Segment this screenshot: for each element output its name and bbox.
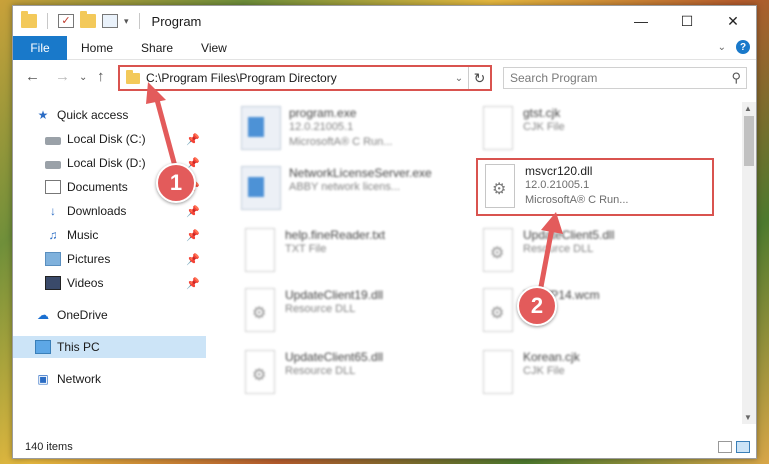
arrow-2-head xyxy=(541,212,563,234)
step-2-badge: 2 xyxy=(517,286,557,326)
arrow-1-head xyxy=(146,82,166,104)
annotation-arrows xyxy=(146,82,563,293)
arrow-2-line xyxy=(537,227,555,293)
arrow-1-line xyxy=(153,95,179,171)
step-1-badge: 1 xyxy=(156,163,196,203)
